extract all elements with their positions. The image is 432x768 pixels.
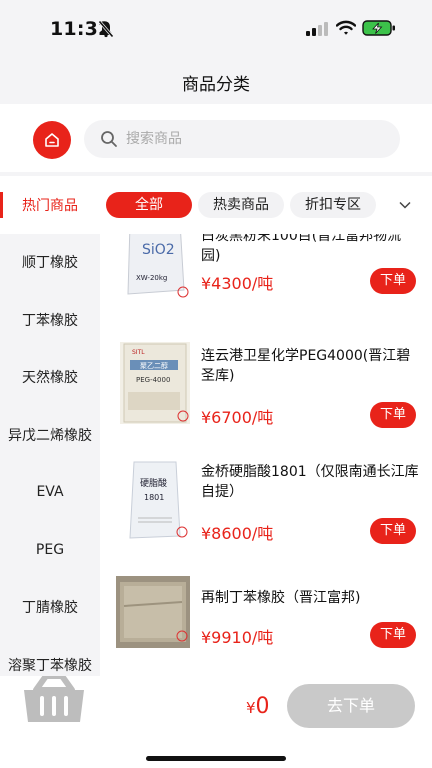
product-card[interactable]: SiO2 XW-20kg 白炭黑粉末100目(晋江富邦物流园) ¥4300/吨 … [100,234,432,332]
product-price: ¥4300/吨 [201,274,274,293]
home-icon [45,133,59,147]
order-button[interactable]: 下单 [370,402,416,428]
sidebar-item-sbr[interactable]: 丁苯橡胶 [0,291,100,349]
order-button[interactable]: 下单 [370,518,416,544]
tab-hot-sale[interactable]: 热卖商品 [198,192,284,218]
sidebar-item-peg[interactable]: PEG [0,521,100,579]
product-image-subtext: PEG-4000 [136,376,170,384]
cart-bar: ¥0 去下单 [0,676,432,768]
sidebar-item-label: 丁腈橡胶 [22,600,78,617]
product-price: ¥8600/吨 [201,524,274,543]
order-button[interactable]: 下单 [370,268,416,294]
bell-muted-icon [98,20,114,38]
order-button[interactable]: 下单 [370,622,416,648]
search-header [0,104,432,172]
sidebar-item-br[interactable]: 顺丁橡胶 [0,234,100,292]
sidebar-item-ssbr[interactable]: 溶聚丁苯橡胶 [0,636,100,676]
category-sidebar: 热门商品 顺丁橡胶 丁苯橡胶 天然橡胶 异戊二烯橡胶 EVA PEG 丁腈橡胶 … [0,176,100,676]
sidebar-item-label: 热门商品 [22,197,78,214]
product-image: SiO2 XW-20kg [120,234,190,302]
search-icon [101,131,117,147]
battery-charging-icon [362,20,395,36]
product-price: ¥9910/吨 [201,628,274,647]
product-list: SiO2 XW-20kg 白炭黑粉末100目(晋江富邦物流园) ¥4300/吨 … [100,234,432,676]
product-name: 再制丁苯橡胶（晋江富邦) [201,590,361,606]
product-name: 白炭黑粉末100目(晋江富邦物流园) [201,234,402,264]
checkout-button[interactable]: 去下单 [287,684,415,728]
wifi-icon [336,20,356,35]
product-image: 硬脂酸 1801 [120,460,190,542]
product-card[interactable]: 再制丁苯橡胶（晋江富邦) ¥9910/吨 下单 [100,572,432,676]
page-title: 商品分类 [182,75,250,95]
chevron-down-icon[interactable] [398,198,412,212]
tab-discount[interactable]: 折扣专区 [290,192,376,218]
product-price: ¥6700/吨 [201,408,274,427]
status-bar: 11:32 [0,0,432,56]
product-image-text: SiO2 [142,242,175,258]
sidebar-item-eva[interactable]: EVA [0,464,100,522]
search-input[interactable] [126,120,386,158]
product-name: 连云港卫星化学PEG4000(晋江碧圣库) [201,348,411,384]
sidebar-item-nbr[interactable]: 丁腈橡胶 [0,579,100,637]
product-image-text: 聚乙二醇 [140,361,168,370]
shopping-basket-icon[interactable] [22,676,86,724]
product-image: SITL 聚乙二醇 PEG-4000 [120,342,190,424]
sidebar-item-label: 溶聚丁苯橡胶 [8,657,92,674]
sidebar-item-label: 丁苯橡胶 [22,312,78,329]
cart-total-value: 0 [255,694,270,719]
sidebar-item-label: PEG [35,541,65,558]
filter-tabs: 全部 热卖商品 折扣专区 [100,176,432,234]
product-image-text: 硬脂酸 [140,477,167,489]
product-card[interactable]: 硬脂酸 1801 金桥硬脂酸1801（仅限南通长江库自提） ¥8600/吨 下单 [100,456,432,568]
home-indicator [146,756,286,761]
tab-all[interactable]: 全部 [106,192,192,218]
svg-text:SITL: SITL [132,349,145,356]
sidebar-item-label: EVA [36,484,64,501]
product-name: 金桥硬脂酸1801（仅限南通长江库自提） [201,464,419,500]
currency-symbol: ¥ [246,699,256,717]
home-button[interactable] [33,121,71,159]
product-image [116,576,190,648]
sidebar-item-label: 顺丁橡胶 [22,255,78,272]
sidebar-item-hot[interactable]: 热门商品 [0,176,100,234]
sidebar-item-label: 异戊二烯橡胶 [8,427,92,444]
cart-total: ¥0 [246,694,270,719]
sidebar-item-ir[interactable]: 异戊二烯橡胶 [0,406,100,464]
signal-icon [306,22,328,36]
product-image-subtext: 1801 [144,493,164,502]
product-card[interactable]: SITL 聚乙二醇 PEG-4000 连云港卫星化学PEG4000(晋江碧圣库)… [100,338,432,450]
sidebar-item-nr[interactable]: 天然橡胶 [0,349,100,407]
sidebar-item-label: 天然橡胶 [22,370,78,387]
search-box[interactable] [84,120,400,158]
product-image-subtext: XW-20kg [136,274,167,282]
